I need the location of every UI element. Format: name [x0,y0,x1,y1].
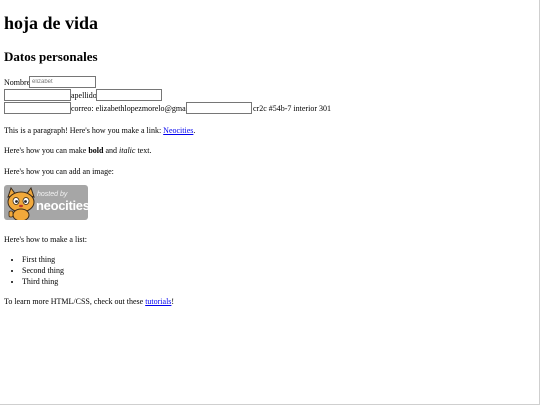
list-intro: Here's how to make a list: [4,235,87,244]
direccion-text: cr2c #54b-7 interior 301 [253,104,331,113]
neocities-cat-icon [7,186,35,220]
hosted-by-neocities-badge[interactable]: hosted by neocities [4,185,88,220]
apellido-input[interactable] [96,89,162,101]
page-title: hoja de vida [4,13,99,33]
thing-list: First thing Second thing Third thing [4,254,64,287]
paragraph-prefix: This is a paragraph! Here's how you make… [4,126,162,135]
format-line: Here's how you can make bold and italic … [4,145,151,156]
row2-first-input[interactable] [4,89,71,101]
list-item: Third thing [22,276,64,287]
bold-text: bold [88,146,104,155]
learn-suffix: ! [171,297,175,306]
list-item: Second thing [22,265,64,276]
direccion-input[interactable] [186,102,252,114]
row3-first-input[interactable] [4,102,71,114]
badge-neocities: neocities [36,198,88,213]
paragraph-link-line: This is a paragraph! Here's how you make… [4,125,195,136]
format-and: and [105,146,117,155]
format-prefix: Here's how you can make [4,146,87,155]
list-item: First thing [22,254,64,265]
neocities-link[interactable]: Neocities [163,126,193,135]
nombre-input[interactable] [29,76,96,88]
format-suffix: text. [137,146,152,155]
tutorials-link[interactable]: tutorials [145,297,171,306]
image-line: Here's how you can add an image: [4,167,114,176]
learn-prefix: To learn more HTML/CSS, check out these [4,297,144,306]
section-title: Datos personales [4,49,98,64]
badge-hosted-by: hosted by [37,191,68,198]
learn-line: To learn more HTML/CSS, check out these … [4,296,174,307]
paragraph-suffix: . [193,126,196,135]
italic-text: italic [119,146,136,155]
apellido-label: apellido: [71,91,99,100]
